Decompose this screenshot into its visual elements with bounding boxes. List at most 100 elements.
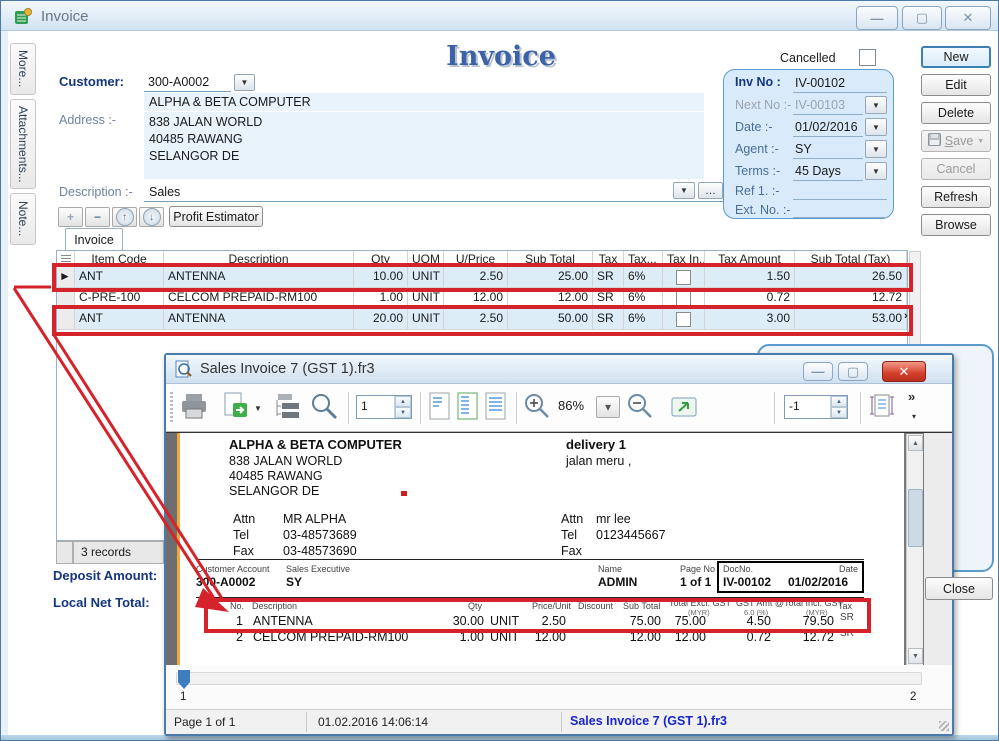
cell-uom[interactable]: UNIT [408, 309, 444, 330]
zoom-out-icon[interactable] [626, 392, 656, 425]
terms-dropdown-icon[interactable]: ▼ [865, 162, 887, 180]
agent-value[interactable]: SY [795, 142, 812, 156]
offset-spinner[interactable]: -1 ▲▼ [784, 395, 848, 419]
cell-tax[interactable]: SR [593, 309, 624, 330]
col-header-item-code[interactable]: Item Code [75, 251, 164, 267]
cell-tax-rate[interactable]: 6% [624, 309, 663, 330]
cell-tax-amount[interactable]: 0.72 [705, 288, 795, 309]
cell-item-code[interactable]: ANT [75, 267, 164, 288]
cell-uprice[interactable]: 12.00 [444, 288, 508, 309]
terms-value[interactable]: 45 Days [795, 164, 841, 178]
spin-down-icon[interactable]: ▼ [831, 407, 847, 418]
print-icon[interactable] [178, 392, 210, 425]
col-header-tax-rate[interactable]: Tax... [624, 251, 663, 267]
scroll-down-icon[interactable]: ▼ [908, 648, 923, 664]
cell-uprice[interactable]: 2.50 [444, 267, 508, 288]
resize-grip[interactable] [939, 721, 949, 731]
tax-inclusive-checkbox[interactable] [676, 270, 691, 285]
cell-qty[interactable]: 10.00 [354, 267, 408, 288]
sidebar-tab-attachments[interactable]: Attachments... [10, 99, 36, 189]
grid-vertical-scrollbar[interactable] [909, 251, 921, 353]
add-row-button[interactable]: + [58, 207, 83, 227]
report-maximize-button[interactable]: ▢ [838, 362, 868, 381]
move-up-button[interactable]: ↑ [112, 207, 137, 227]
cell-description[interactable]: ANTENNA [164, 309, 354, 330]
date-value[interactable]: 01/02/2016 [795, 120, 858, 134]
cell-tax-inclusive[interactable] [663, 267, 705, 288]
export-icon[interactable] [221, 391, 249, 424]
cell-uprice[interactable]: 2.50 [444, 309, 508, 330]
spin-down-icon[interactable]: ▼ [395, 407, 411, 418]
col-header-subtotal-tax[interactable]: Sub Total (Tax) [795, 251, 907, 267]
offset-value[interactable]: -1 [785, 396, 830, 418]
close-button[interactable]: Close [925, 577, 993, 600]
address-block[interactable]: 838 JALAN WORLD 40485 RAWANG SELANGOR DE [144, 112, 704, 179]
col-header-uprice[interactable]: U/Price [444, 251, 508, 267]
description-ellipsis-button[interactable]: … [698, 182, 723, 199]
tax-inclusive-checkbox[interactable] [676, 291, 691, 306]
search-icon[interactable] [308, 392, 340, 425]
page-setup-icon[interactable] [868, 392, 898, 425]
cell-subtotal-tax[interactable]: 12.72 [795, 288, 907, 309]
spin-up-icon[interactable]: ▲ [831, 396, 847, 407]
report-minimize-button[interactable]: — [803, 362, 833, 381]
toolbar-drag-handle[interactable] [170, 392, 173, 424]
export-dropdown-icon[interactable]: ▼ [254, 404, 262, 413]
tab-invoice[interactable]: Invoice [65, 228, 123, 251]
page-slider-track[interactable] [176, 672, 922, 685]
description-field[interactable]: Sales [149, 185, 180, 199]
view-page-width-icon[interactable] [484, 392, 508, 425]
cell-description[interactable]: ANTENNA [164, 267, 354, 288]
description-dropdown-icon[interactable]: ▼ [673, 182, 695, 199]
cell-tax-rate[interactable]: 6% [624, 288, 663, 309]
customer-code-field[interactable]: 300-A0002 [148, 75, 209, 89]
cell-subtotal-tax[interactable]: 26.50 [795, 267, 907, 288]
cell-item-code[interactable]: ANT [75, 309, 164, 330]
scroll-up-icon[interactable]: ▲ [908, 435, 923, 451]
cell-tax-amount[interactable]: 1.50 [705, 267, 795, 288]
col-header-tax[interactable]: Tax [593, 251, 624, 267]
cell-uom[interactable]: UNIT [408, 267, 444, 288]
cell-subtotal[interactable]: 12.00 [508, 288, 593, 309]
col-header-subtotal[interactable]: Sub Total [508, 251, 593, 267]
cell-qty[interactable]: 20.00 [354, 309, 408, 330]
ref1-underline[interactable] [793, 199, 887, 200]
report-vertical-scrollbar[interactable]: ▲ ▼ [906, 434, 923, 665]
page-number-value[interactable]: 1 [357, 396, 394, 418]
new-button[interactable]: New [921, 46, 991, 68]
sidebar-tab-more[interactable]: More... [10, 43, 36, 95]
cell-tax-inclusive[interactable] [663, 309, 705, 330]
col-header-tax-amount[interactable]: Tax Amount [705, 251, 795, 267]
tax-inclusive-checkbox[interactable] [676, 312, 691, 327]
zoom-dropdown-icon[interactable]: ▾ [596, 396, 620, 418]
toolbar-more-icon[interactable]: ▾ [912, 412, 916, 421]
grid-row-2[interactable]: C-PRE-100 CELCOM PREPAID-RM100 1.00 UNIT… [57, 288, 907, 309]
customer-dropdown-icon[interactable]: ▼ [234, 74, 255, 91]
agent-dropdown-icon[interactable]: ▼ [865, 140, 887, 158]
cell-qty[interactable]: 1.00 [354, 288, 408, 309]
page-number-spinner[interactable]: 1 ▲▼ [356, 395, 412, 419]
cell-tax-amount[interactable]: 3.00 [705, 309, 795, 330]
maximize-button[interactable]: ▢ [902, 6, 942, 30]
cell-tax[interactable]: SR [593, 288, 624, 309]
cell-subtotal[interactable]: 25.00 [508, 267, 593, 288]
next-no-value[interactable]: IV-00103 [795, 98, 845, 112]
close-window-icon[interactable]: ✕ [945, 6, 991, 30]
edit-button[interactable]: Edit [921, 74, 991, 96]
minimize-button[interactable]: — [856, 6, 898, 30]
col-header-tax-inclusive[interactable]: Tax In... [663, 251, 705, 267]
date-dropdown-icon[interactable]: ▼ [865, 118, 887, 136]
browse-button[interactable]: Browse [921, 214, 991, 236]
delete-button[interactable]: Delete [921, 102, 991, 124]
view-two-pages-icon[interactable] [456, 392, 480, 425]
spin-up-icon[interactable]: ▲ [395, 396, 411, 407]
page-slider-thumb[interactable] [178, 670, 190, 689]
toolbar-overflow-icon[interactable]: » [908, 389, 915, 404]
profit-estimator-button[interactable]: Profit Estimator [169, 206, 263, 227]
row-indicator-header[interactable] [57, 251, 75, 267]
ext-no-underline[interactable] [793, 217, 887, 218]
report-tree-icon[interactable] [270, 392, 302, 425]
report-close-icon[interactable]: ✕ [882, 361, 926, 382]
cell-tax-rate[interactable]: 6% [624, 267, 663, 288]
cell-uom[interactable]: UNIT [408, 288, 444, 309]
